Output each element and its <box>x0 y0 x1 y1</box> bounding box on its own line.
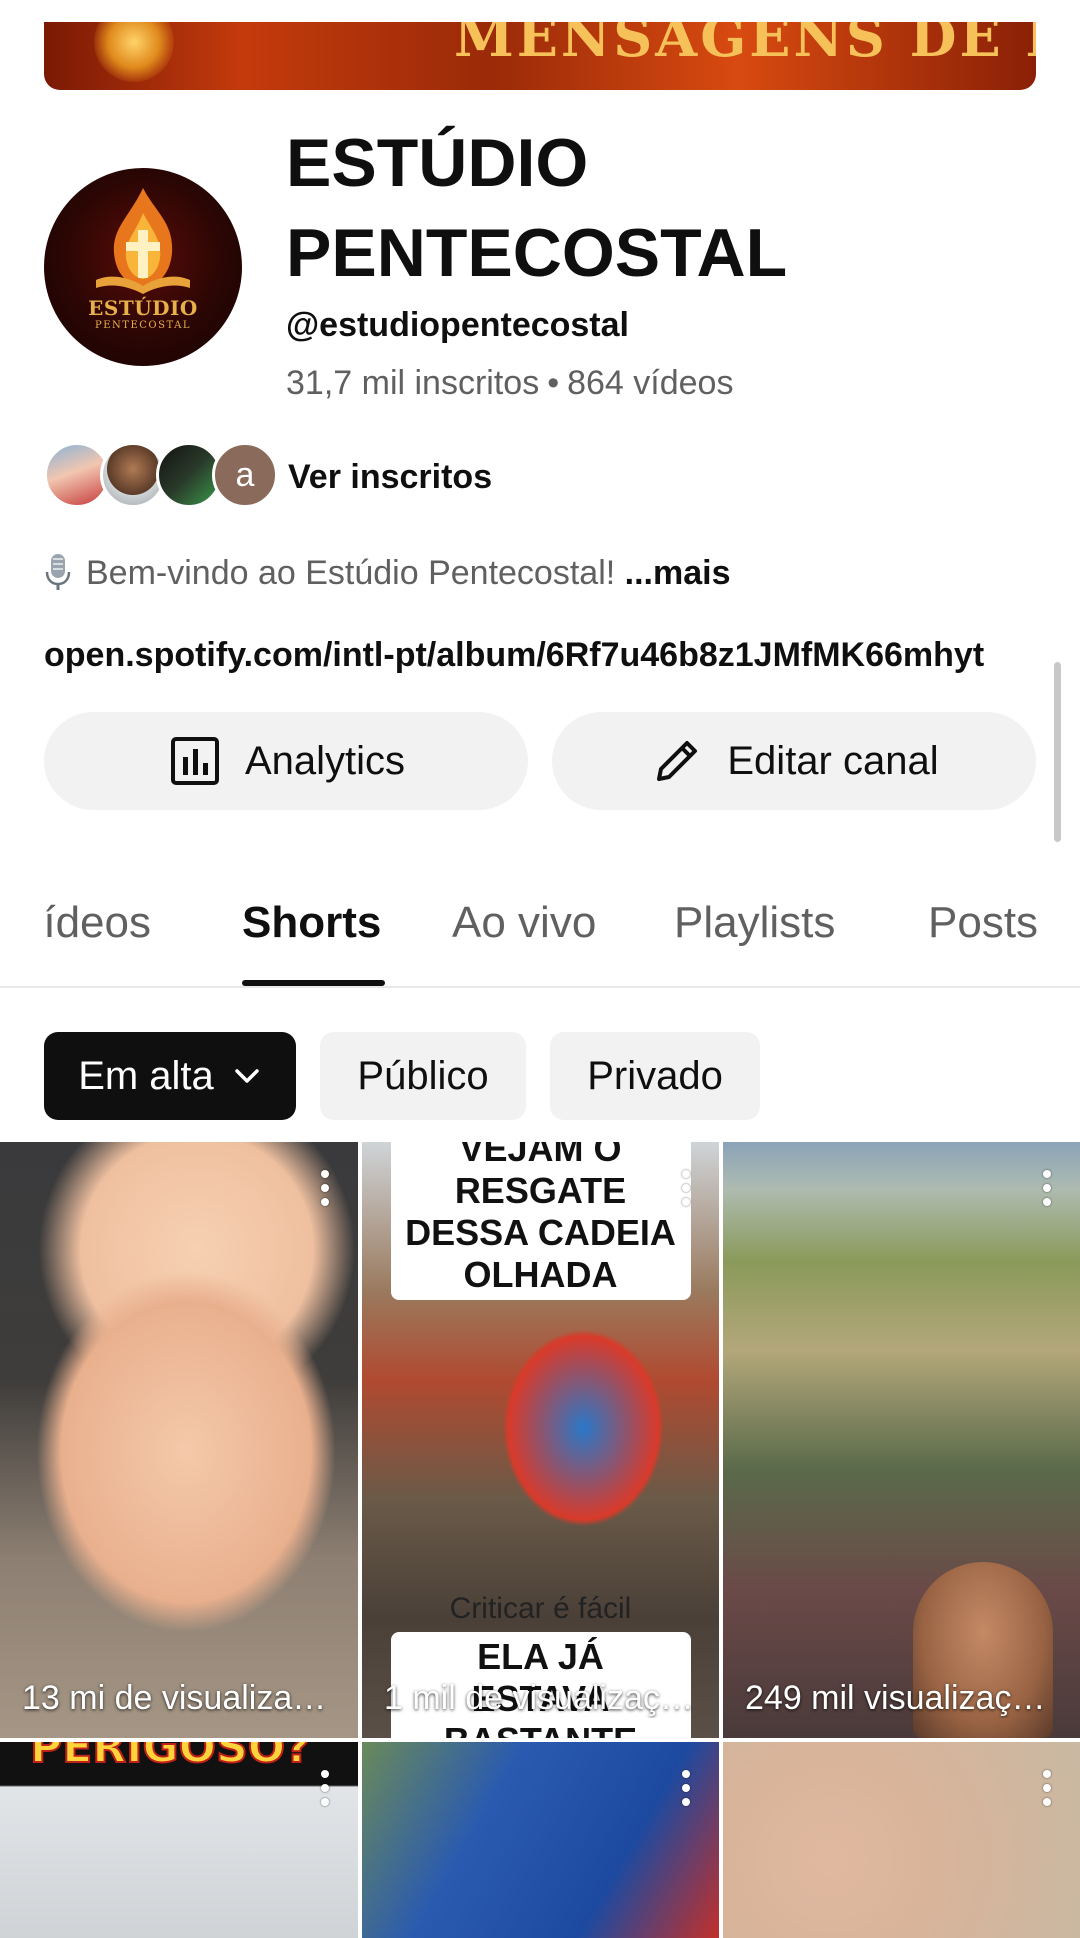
tab-live[interactable]: Ao vivo <box>452 898 596 948</box>
channel-handle: @estudiopentecostal <box>286 306 629 344</box>
view-subscribers-link[interactable]: Ver inscritos <box>288 458 492 497</box>
short-thumbnail[interactable] <box>723 1742 1080 1938</box>
tab-shorts[interactable]: Shorts <box>242 898 381 948</box>
edit-channel-button[interactable]: Editar canal <box>552 712 1036 810</box>
short-views: 1 mil de visualizações <box>384 1679 699 1717</box>
edit-channel-label: Editar canal <box>727 738 939 783</box>
description-more[interactable]: ...mais <box>625 554 731 592</box>
tab-playlists[interactable]: Playlists <box>674 898 835 948</box>
scrollbar[interactable] <box>1054 662 1061 842</box>
channel-description[interactable]: Bem-vindo ao Estúdio Pentecostal! ...mai… <box>44 552 730 593</box>
channel-link[interactable]: open.spotify.com/intl-pt/album/6Rf7u46b8… <box>44 636 984 675</box>
avatar-subtitle: PENTECOSTAL <box>95 320 191 331</box>
description-text: Bem-vindo ao Estúdio Pentecostal! <box>86 554 625 592</box>
short-thumbnail[interactable]: VEJAM O RESGATE DESSA CADEIA OLHADA Crit… <box>362 1142 719 1738</box>
analytics-icon <box>170 737 219 785</box>
short-overlay-top: PERIGOSO? <box>29 1742 312 1774</box>
short-overlay-top: VEJAM O RESGATE DESSA CADEIA OLHADA <box>362 1142 719 1300</box>
microphone-icon <box>45 554 71 590</box>
channel-name: ESTÚDIO PENTECOSTAL <box>286 125 788 291</box>
subscriber-avatars[interactable]: a <box>44 442 278 508</box>
more-options-icon[interactable] <box>681 1170 691 1210</box>
more-options-icon[interactable] <box>681 1770 691 1810</box>
channel-tabs: Vídeos Shorts Ao vivo Playlists Posts <box>0 880 1080 988</box>
more-options-icon[interactable] <box>320 1770 330 1810</box>
short-views: 249 mil visualizações <box>745 1679 1060 1717</box>
short-thumbnail[interactable]: 13 mi de visualizações <box>0 1142 358 1738</box>
banner-text: MENSAGENS DE F <box>454 22 1036 69</box>
active-tab-indicator <box>242 980 385 986</box>
tabs-fade-right <box>1036 880 1080 986</box>
pencil-icon <box>657 741 698 781</box>
channel-stats: 31,7 mil inscritos • 864 vídeos <box>286 364 733 403</box>
chip-trending-label: Em alta <box>78 1053 214 1098</box>
channel-avatar[interactable]: ESTÚDIO PENTECOSTAL <box>44 168 242 366</box>
analytics-button[interactable]: Analytics <box>44 712 528 810</box>
subscriber-count: 31,7 mil inscritos <box>286 364 540 402</box>
stats-separator: • <box>547 364 560 402</box>
chevron-down-icon <box>235 1069 259 1083</box>
short-thumbnail[interactable]: 249 mil visualizações <box>723 1142 1080 1738</box>
tab-posts[interactable]: Posts <box>928 898 1038 948</box>
short-thumbnail[interactable]: PERIGOSO? <box>0 1742 358 1938</box>
more-options-icon[interactable] <box>1042 1770 1052 1810</box>
short-thumbnail[interactable] <box>362 1742 719 1938</box>
flame-cross-icon <box>96 188 190 294</box>
subscriber-avatar: a <box>212 442 278 508</box>
chip-public[interactable]: Público <box>320 1032 526 1120</box>
channel-banner[interactable]: MENSAGENS DE F <box>44 22 1036 90</box>
more-options-icon[interactable] <box>1042 1170 1052 1210</box>
more-options-icon[interactable] <box>320 1170 330 1210</box>
short-overlay-caption: Criticar é fácil <box>449 1592 632 1625</box>
video-count: 864 vídeos <box>567 364 734 402</box>
chip-trending[interactable]: Em alta <box>44 1032 296 1120</box>
tabs-fade-left <box>0 880 44 986</box>
banner-emblem <box>94 22 174 82</box>
short-views: 13 mi de visualizações <box>22 1679 338 1717</box>
chip-private[interactable]: Privado <box>550 1032 760 1120</box>
avatar-title: ESTÚDIO <box>88 296 198 320</box>
analytics-label: Analytics <box>244 738 406 783</box>
